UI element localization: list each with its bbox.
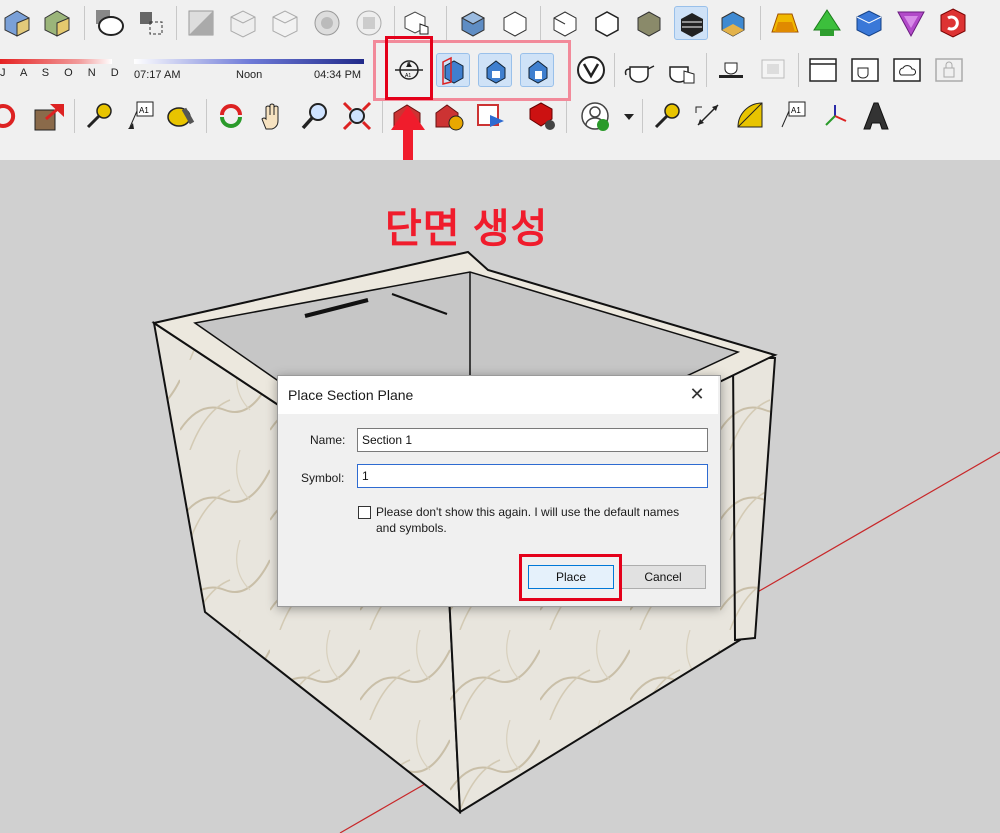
- symbol-field[interactable]: [357, 464, 708, 488]
- dont-show-again-checkbox[interactable]: [358, 506, 371, 519]
- dialog-title: Place Section Plane: [288, 387, 414, 403]
- close-icon[interactable]: ✕: [688, 385, 706, 403]
- place-button-highlight: [519, 554, 622, 601]
- name-label: Name:: [310, 433, 346, 447]
- place-section-plane-dialog: Place Section Plane ✕ Name: Symbol: Plea…: [277, 375, 721, 607]
- name-field[interactable]: [357, 428, 708, 452]
- symbol-label: Symbol:: [301, 471, 345, 485]
- dont-show-again-label: Please don't show this again. I will use…: [376, 505, 680, 535]
- annotation-text: 단면 생성: [385, 207, 549, 251]
- dialog-title-bar[interactable]: Place Section Plane ✕: [278, 376, 718, 414]
- cancel-button[interactable]: Cancel: [620, 565, 706, 589]
